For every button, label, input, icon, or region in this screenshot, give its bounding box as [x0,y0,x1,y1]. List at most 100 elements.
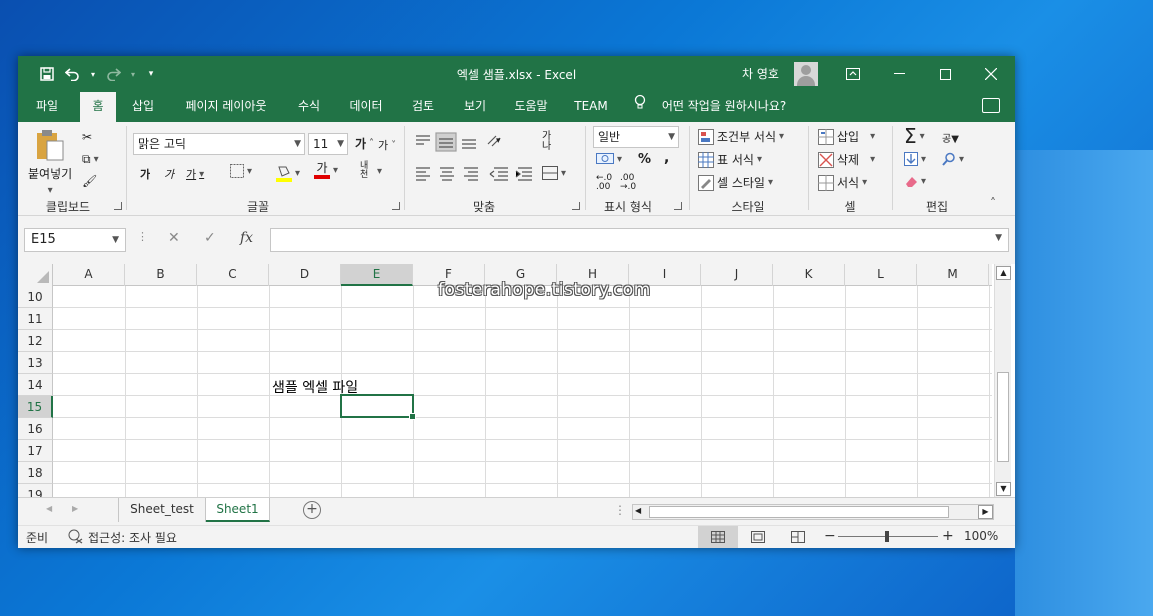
tab-review[interactable]: 검토 [402,92,444,122]
cell-styles-button[interactable]: 셀 스타일 ▾ [698,174,773,191]
horizontal-scroll-thumb[interactable] [649,506,949,518]
comma-button[interactable]: , [664,150,669,166]
tab-formulas[interactable]: 수식 [288,92,330,122]
number-launcher-icon[interactable] [674,202,682,210]
number-format-select[interactable]: 일반 ▼ [593,126,679,148]
delete-cells-button[interactable]: 삭제 ▾ [818,151,875,168]
font-color-button[interactable]: 가 ▾ [314,162,338,179]
tab-team[interactable]: TEAM [568,92,614,122]
clear-button[interactable]: ▾ [904,174,926,188]
accessibility-status[interactable]: 접근성: 조사 필요 [88,529,177,546]
vertical-scrollbar[interactable]: ▲ ▼ [994,264,1011,497]
tab-page-layout[interactable]: 페이지 레이아웃 [176,92,276,122]
column-header[interactable]: K [773,264,845,286]
orientation-dropdown-icon[interactable]: ▾ [496,136,501,146]
row-header-selected[interactable]: 15 [18,396,53,418]
page-break-view-button[interactable] [778,526,818,548]
collapse-ribbon-icon[interactable]: ˄ [990,196,996,210]
paste-button[interactable]: 붙여넣기 ▾ [28,128,72,196]
merge-center-button[interactable]: ▾ [542,166,566,180]
accessibility-icon[interactable] [68,528,84,547]
accounting-format-button[interactable]: ▾ [596,152,622,166]
row-header[interactable]: 18 [18,462,53,484]
conditional-formatting-button[interactable]: 조건부 서식 ▾ [698,128,784,145]
tab-file[interactable]: 파일 [26,92,68,122]
font-name-select[interactable]: 맑은 고딕 ▼ [133,133,305,155]
tab-splitter-icon[interactable]: ⋮ [614,503,626,517]
next-sheet-icon[interactable]: ▶ [72,504,78,513]
decrease-decimal-button[interactable]: .00 →.0 [620,174,638,192]
format-painter-icon[interactable]: 🖌 [82,174,97,188]
bold-button[interactable]: 가 [140,166,150,182]
percent-button[interactable]: % [638,152,651,167]
maximize-button[interactable] [922,56,968,92]
row-header[interactable]: 16 [18,418,53,440]
column-header[interactable]: M [917,264,989,286]
tab-home[interactable]: 홈 [80,92,116,122]
copy-icon[interactable]: ⧉ ▾ [82,152,99,167]
font-launcher-icon[interactable] [392,202,400,210]
tab-view[interactable]: 보기 [454,92,496,122]
row-header[interactable]: 10 [18,286,53,308]
insert-cells-button[interactable]: 삽입 ▾ [818,128,875,145]
scroll-down-icon[interactable]: ▼ [996,482,1011,496]
avatar[interactable] [794,62,818,86]
formula-input[interactable]: ▼ [270,228,1009,252]
normal-view-button[interactable] [698,526,738,548]
phonetic-button[interactable]: 내천 ▾ [360,162,382,180]
find-select-button[interactable]: ▾ [942,152,964,166]
zoom-level[interactable]: 100% [964,529,998,543]
font-size-select[interactable]: 11 ▼ [308,133,348,155]
borders-button[interactable]: ▾ [230,164,252,178]
shrink-font-button[interactable]: 가 ˅ [378,137,396,153]
row-header[interactable]: 13 [18,352,53,374]
row-header[interactable]: 14 [18,374,53,396]
column-header[interactable]: D [269,264,341,286]
tab-help[interactable]: 도움말 [506,92,556,122]
tab-insert[interactable]: 삽입 [122,92,164,122]
worksheet-grid[interactable]: A B C D E F G H I J K L M 10 11 12 13 14… [18,264,1015,497]
sheet-tab-sheet-test[interactable]: Sheet_test [118,498,206,522]
vertical-scroll-thumb[interactable] [997,372,1009,462]
underline-button[interactable]: 가 ▾ [186,166,204,182]
column-header[interactable]: L [845,264,917,286]
increase-decimal-button[interactable]: ←.0 .00 [596,174,614,192]
fill-button[interactable]: ▾ [904,152,926,166]
user-name[interactable]: 차 영호 [742,65,779,82]
add-sheet-icon[interactable]: + [303,501,321,519]
active-cell-e15[interactable] [340,394,416,420]
tell-me-search[interactable]: 어떤 작업을 원하시나요? [634,92,786,122]
clipboard-launcher-icon[interactable] [114,202,122,210]
format-cells-button[interactable]: 서식 ▾ [818,174,867,191]
column-header[interactable]: C [197,264,269,286]
row-header[interactable]: 11 [18,308,53,330]
ribbon-display-options-icon[interactable] [830,56,876,92]
cut-icon[interactable]: ✂ [82,130,92,144]
grow-font-button[interactable]: 가 ˄ [355,135,374,152]
close-button[interactable] [968,56,1014,92]
column-header[interactable]: A [53,264,125,286]
scroll-left-icon[interactable]: ◀ [635,506,641,515]
autosum-button[interactable]: Σ ▾ [904,124,925,148]
column-header-selected[interactable]: E [341,264,413,286]
row-header[interactable]: 19 [18,484,53,497]
tab-data[interactable]: 데이터 [342,92,390,122]
zoom-in-icon[interactable]: + [942,528,954,544]
column-header[interactable]: J [701,264,773,286]
alignment-launcher-icon[interactable] [572,202,580,210]
horizontal-scrollbar[interactable]: ◀ [632,504,994,520]
comments-icon[interactable] [982,98,1000,113]
insert-function-button[interactable]: fx [240,230,253,246]
zoom-out-icon[interactable]: − [824,528,836,544]
sheet-tab-sheet1[interactable]: Sheet1 [206,498,270,522]
prev-sheet-icon[interactable]: ◀ [46,504,52,513]
scroll-right-icon[interactable]: ▶ [978,505,993,519]
fill-color-button[interactable]: ▾ [276,164,300,182]
italic-button[interactable]: 가 [164,166,174,182]
column-header[interactable]: B [125,264,197,286]
format-as-table-button[interactable]: 표 서식 ▾ [698,151,762,168]
sort-filter-button[interactable]: 공▼ [942,130,959,145]
cancel-icon[interactable]: ✕ [168,230,180,246]
row-header[interactable]: 17 [18,440,53,462]
name-box[interactable]: E15 ▼ [24,228,126,252]
